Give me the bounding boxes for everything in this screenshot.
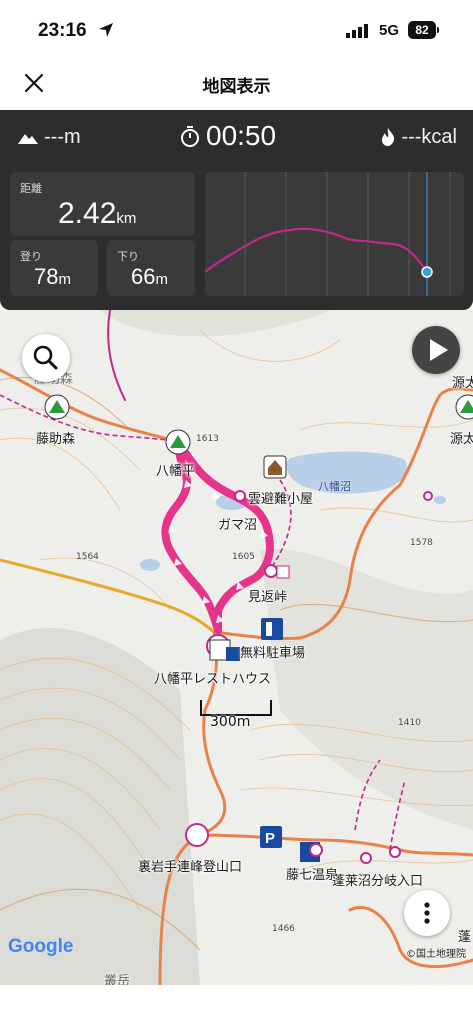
map-label-hachimantai: 八幡平 (156, 464, 196, 479)
ascent-label: 登り (20, 250, 42, 263)
position-marker (421, 266, 433, 278)
map-label-gamanuma: ガマ沼 (218, 518, 258, 533)
signal-icon (346, 24, 368, 38)
map-label-hachimanuma: 八幡沼 (318, 480, 351, 493)
elapsed-time: 00:50 (180, 120, 276, 152)
elevation-graph-svg (205, 172, 451, 296)
map-label-genta-2: 源太 (450, 432, 473, 447)
distance-value: 2.42km (58, 197, 136, 231)
location-arrow-icon (99, 23, 113, 37)
map-label-fujisuke: 藤助森 (36, 432, 76, 447)
ascent-value: 78m (34, 264, 71, 290)
descent-card: 下り 66m (107, 240, 195, 296)
distance-number: 2.42 (58, 197, 117, 230)
network-type: 5G (379, 22, 400, 39)
map-label-mikaeri: 見返峠 (248, 590, 288, 605)
map-view[interactable]: P 藤助森 藤助森 八幡平 雲避難小屋 ガマ沼 八幡沼 見返峠 無料駐車場 八幡… (0, 310, 473, 985)
ascent-number: 78 (34, 264, 59, 289)
stats-row: ---m 00:50 ---kcal (0, 110, 473, 166)
map-label-genta: 源太 (452, 376, 473, 391)
elevation-1605: 1605 (232, 552, 255, 562)
google-logo-text: Google (8, 936, 74, 957)
elevation-1466: 1466 (272, 924, 295, 934)
stats-panel: ---m 00:50 ---kcal 距離 2.42km 登り 78m 下り 6… (0, 110, 473, 310)
distance-unit: km (116, 210, 137, 227)
map-search-button[interactable] (22, 334, 70, 382)
more-options-button[interactable] (404, 890, 450, 936)
map-label-trailhead: 裏岩手連峰登山口 (138, 860, 243, 875)
map-label-horai-junction: 蓬莱沼分岐入口 (332, 874, 424, 889)
elapsed-value: 00:50 (206, 120, 277, 151)
svg-text:P: P (265, 830, 275, 847)
status-bar: 23:16 5G 82 (0, 0, 473, 58)
page-title: 地図表示 (202, 77, 271, 97)
elevation-1410: 1410 (398, 718, 421, 728)
calories-value: ---kcal (401, 126, 457, 148)
battery-tip (437, 27, 439, 33)
battery-icon: 82 (408, 21, 436, 39)
play-button[interactable] (412, 326, 460, 374)
flame-icon (382, 128, 395, 146)
distance-label: 距離 (20, 182, 42, 195)
status-time: 23:16 (38, 20, 87, 41)
map-label-bottom-left: 叢岳 (104, 974, 131, 985)
descent-number: 66 (131, 264, 156, 289)
map-label-hut: 雲避難小屋 (248, 492, 314, 507)
mountain-icon (18, 133, 38, 144)
calories-readout: ---kcal (381, 126, 457, 149)
stopwatch-icon (181, 126, 199, 147)
play-icon (430, 339, 448, 361)
map-label-fujishichi: 藤七温泉 (286, 868, 339, 883)
more-vertical-icon (424, 902, 430, 924)
google-logo: Google (8, 936, 73, 958)
elevation-1578: 1578 (410, 538, 433, 548)
elevation-graph[interactable] (205, 172, 464, 296)
map-attribution[interactable]: ©国土地理院 (406, 945, 466, 960)
descent-unit: m (155, 271, 168, 288)
elevation-1613: 1613 (196, 434, 219, 444)
elevation-1564: 1564 (76, 552, 99, 562)
graph-gridlines (244, 172, 451, 296)
map-label-horai: 蓬 (458, 930, 472, 945)
ascent-unit: m (58, 271, 71, 288)
map-label-resthouse: 八幡平レストハウス (154, 672, 272, 687)
ascent-card: 登り 78m (10, 240, 98, 296)
scale-label: 300m (210, 714, 251, 730)
search-icon (33, 345, 58, 370)
elevation-line (205, 227, 428, 273)
map-label-parking: 無料駐車場 (240, 646, 306, 661)
distance-card: 距離 2.42km (10, 172, 195, 236)
altitude-value: ---m (44, 126, 81, 148)
descent-label: 下り (117, 250, 139, 263)
descent-value: 66m (131, 264, 168, 290)
app-header: 地図表示 (0, 58, 473, 110)
altitude-readout: ---m (18, 126, 81, 149)
bottom-area (0, 985, 473, 1024)
